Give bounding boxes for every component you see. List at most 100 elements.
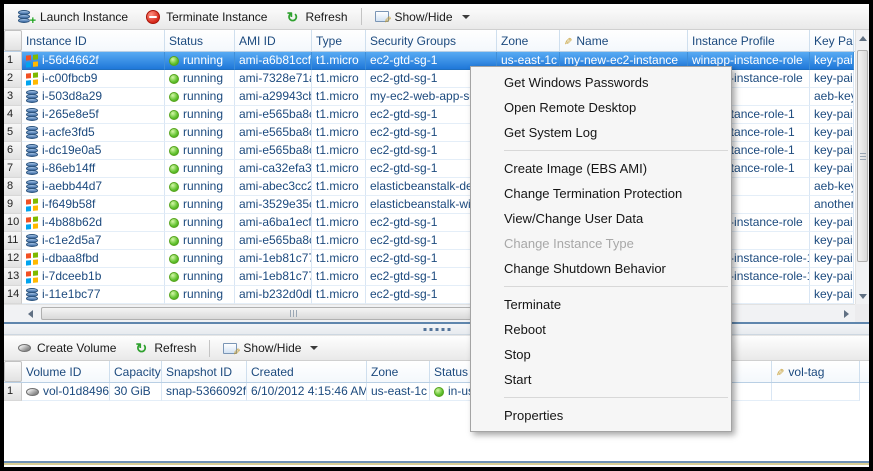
- row-number[interactable]: 7: [4, 160, 22, 178]
- cell-status: running: [165, 286, 235, 304]
- column-header-instance-id[interactable]: Instance ID: [22, 30, 165, 51]
- cell-type: t1.micro: [312, 70, 366, 88]
- cell-value: ami-ca32efa3: [239, 160, 312, 177]
- cell-value: key-pair: [814, 106, 854, 123]
- row-number[interactable]: 11: [4, 232, 22, 250]
- refresh-instances-button[interactable]: Refresh: [276, 7, 356, 27]
- cell-value: t1.micro: [316, 70, 359, 87]
- app-window: + Launch Instance Terminate Instance Ref…: [0, 0, 873, 471]
- panel-splitter[interactable]: [4, 322, 869, 335]
- cell-value: i-11e1bc77: [42, 286, 101, 303]
- cell-keypair: key-pair: [810, 286, 854, 304]
- cell-value: running: [183, 268, 223, 285]
- show-hide-columns-button[interactable]: Show/Hide: [366, 7, 479, 27]
- row-number[interactable]: 13: [4, 268, 22, 286]
- status-running-icon: [169, 110, 179, 120]
- column-header-volume-id[interactable]: Volume ID: [22, 361, 110, 382]
- menu-item-stop[interactable]: Stop: [471, 342, 731, 367]
- select-all-corner[interactable]: [4, 361, 22, 382]
- cell-keypair: aeb-key: [810, 88, 854, 106]
- refresh-volumes-button[interactable]: Refresh: [125, 338, 205, 358]
- column-header-security-groups[interactable]: Security Groups: [366, 30, 497, 51]
- cell-value: ami-1eb81c77: [239, 250, 312, 267]
- column-header-zone[interactable]: Zone: [497, 30, 560, 51]
- column-header-label: Volume ID: [26, 365, 81, 379]
- row-number[interactable]: 1: [4, 52, 22, 70]
- cell-value: running: [183, 106, 223, 123]
- cell-value: t1.micro: [316, 286, 359, 303]
- cell-value: snap-5366092f: [166, 383, 246, 400]
- create-volume-button[interactable]: Create Volume: [9, 338, 125, 358]
- menu-item-start[interactable]: Start: [471, 367, 731, 392]
- column-header-status[interactable]: Status: [165, 30, 235, 51]
- cell-value: running: [183, 52, 223, 69]
- row-number[interactable]: 1: [4, 383, 22, 401]
- menu-item-change-termination-protection[interactable]: Change Termination Protection: [471, 181, 731, 206]
- cell-value: i-aebb44d7: [42, 178, 102, 195]
- menu-item-terminate[interactable]: Terminate: [471, 292, 731, 317]
- bottom-accent-line-2: [4, 463, 869, 465]
- scroll-down-button[interactable]: [856, 289, 869, 303]
- row-number[interactable]: 6: [4, 142, 22, 160]
- menu-item-get-system-log[interactable]: Get System Log: [471, 120, 731, 145]
- cell-value: 6/10/2012 4:15:46 AM: [251, 383, 367, 400]
- column-header-ami-id[interactable]: AMI ID: [235, 30, 312, 51]
- scroll-up-button[interactable]: [856, 31, 869, 45]
- terminate-instance-button[interactable]: Terminate Instance: [137, 7, 276, 27]
- column-header-snapshot-id[interactable]: Snapshot ID: [162, 361, 247, 382]
- cell-value: ec2-gtd-sg-1: [370, 214, 437, 231]
- column-header-label: Key Pair: [814, 34, 854, 48]
- column-header-key-pair[interactable]: Key Pair: [810, 30, 854, 51]
- volume-row-vol-01d8496f[interactable]: 1vol-01d8496f30 GiBsnap-5366092f6/10/201…: [4, 383, 869, 401]
- instances-vertical-scrollbar[interactable]: [855, 30, 869, 304]
- launch-instance-button[interactable]: + Launch Instance: [9, 7, 137, 27]
- cell-keypair: key-pair: [810, 232, 854, 250]
- column-header-vol-tag[interactable]: vol-tag: [772, 361, 860, 382]
- cell-value: us-east-1c: [371, 383, 427, 400]
- cell-type: t1.micro: [312, 178, 366, 196]
- cell-value: t1.micro: [316, 124, 359, 141]
- row-number[interactable]: 5: [4, 124, 22, 142]
- show-hide-volume-columns-button[interactable]: Show/Hide: [214, 338, 327, 358]
- select-all-corner[interactable]: [4, 30, 22, 51]
- column-header-label: Type: [316, 34, 342, 48]
- menu-item-open-remote-desktop[interactable]: Open Remote Desktop: [471, 95, 731, 120]
- cell-id: i-265e8e5f: [22, 106, 165, 124]
- column-header-name[interactable]: Name: [560, 30, 688, 51]
- cell-status: running: [165, 142, 235, 160]
- menu-item-reboot[interactable]: Reboot: [471, 317, 731, 342]
- menu-item-get-windows-passwords[interactable]: Get Windows Passwords: [471, 70, 731, 95]
- cell-value: ami-7328e71a: [239, 70, 312, 87]
- scroll-right-button[interactable]: [839, 307, 853, 321]
- cell-value: t1.micro: [316, 160, 359, 177]
- menu-item-create-image-ebs-ami[interactable]: Create Image (EBS AMI): [471, 156, 731, 181]
- scroll-left-button[interactable]: [23, 307, 37, 321]
- column-header-label: Instance Profile: [692, 34, 775, 48]
- row-number[interactable]: 14: [4, 286, 22, 304]
- cell-ami: ami-a6ba1ecf: [235, 214, 312, 232]
- column-header-zone[interactable]: Zone: [367, 361, 430, 382]
- vertical-scroll-thumb[interactable]: [857, 50, 868, 262]
- row-number[interactable]: 10: [4, 214, 22, 232]
- menu-item-properties[interactable]: Properties: [471, 403, 731, 428]
- cell-value: ec2-gtd-sg-1: [370, 232, 437, 249]
- cell-type: t1.micro: [312, 268, 366, 286]
- cell-value: running: [183, 232, 223, 249]
- column-header-created[interactable]: Created: [247, 361, 367, 382]
- row-number[interactable]: 2: [4, 70, 22, 88]
- column-header-type[interactable]: Type: [312, 30, 366, 51]
- cell-value: i-dbaa8fbd: [42, 250, 99, 267]
- row-number[interactable]: 3: [4, 88, 22, 106]
- row-number[interactable]: 8: [4, 178, 22, 196]
- column-header-capacity[interactable]: Capacity: [110, 361, 162, 382]
- column-header-instance-profile[interactable]: Instance Profile: [688, 30, 810, 51]
- cell-value: my-ec2-web-app-sg: [370, 88, 476, 105]
- row-number[interactable]: 4: [4, 106, 22, 124]
- cell-value: ec2-gtd-sg-1: [370, 250, 437, 267]
- row-number[interactable]: 12: [4, 250, 22, 268]
- menu-item-change-shutdown-behavior[interactable]: Change Shutdown Behavior: [471, 256, 731, 281]
- menu-item-view-change-user-data[interactable]: View/Change User Data: [471, 206, 731, 231]
- chevron-down-icon: [462, 15, 470, 19]
- row-number[interactable]: 9: [4, 196, 22, 214]
- status-running-icon: [169, 146, 179, 156]
